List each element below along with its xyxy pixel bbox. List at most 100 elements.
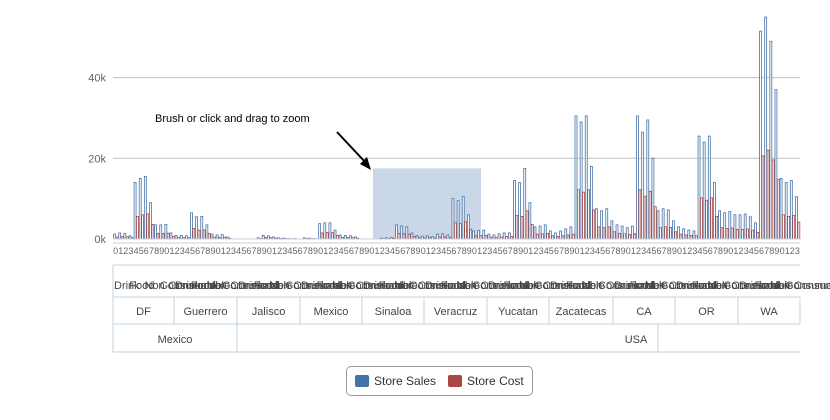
bar-store-sales[interactable] (333, 229, 337, 240)
bar-store-sales[interactable] (651, 157, 655, 240)
bar-store-sales[interactable] (210, 233, 214, 240)
bar-store-sales[interactable] (113, 233, 116, 240)
bar-store-cost[interactable] (618, 232, 621, 240)
bar-store-sales[interactable] (564, 228, 568, 240)
bar-store-sales[interactable] (646, 119, 650, 240)
bar-store-sales[interactable] (343, 234, 347, 240)
bar-store-sales[interactable] (656, 210, 660, 240)
bar-store-cost[interactable] (520, 215, 524, 240)
bar-store-sales[interactable] (215, 234, 219, 240)
bars-layer[interactable] (113, 16, 801, 240)
bar-store-cost[interactable] (592, 209, 596, 240)
bar-store-sales[interactable] (118, 232, 122, 240)
legend-item-store-sales[interactable]: Store Sales (355, 374, 436, 388)
bar-store-sales[interactable] (523, 167, 527, 240)
bar-store-cost[interactable] (679, 233, 683, 240)
bar-store-sales[interactable] (441, 233, 445, 240)
bar-store-cost[interactable] (402, 233, 406, 240)
bar-store-sales[interactable] (764, 16, 768, 240)
bar-store-cost[interactable] (643, 195, 647, 240)
bar-store-sales[interactable] (615, 224, 619, 240)
bar-store-cost[interactable] (741, 228, 744, 240)
bar-store-cost[interactable] (735, 228, 739, 240)
bar-store-sales[interactable] (672, 220, 675, 240)
bar-store-sales[interactable] (451, 198, 455, 240)
bar-store-cost[interactable] (607, 226, 611, 240)
bar-store-sales[interactable] (605, 208, 609, 240)
bar-store-cost[interactable] (141, 214, 144, 240)
bar-store-sales[interactable] (728, 211, 732, 240)
legend-item-store-cost[interactable]: Store Cost (448, 374, 524, 388)
bar-store-cost[interactable] (705, 199, 708, 240)
bar-store-cost[interactable] (612, 231, 616, 240)
bar-store-cost[interactable] (525, 210, 529, 240)
bar-store-cost[interactable] (479, 235, 483, 240)
bar-store-sales[interactable] (472, 230, 475, 240)
bar-store-sales[interactable] (584, 115, 588, 240)
bar-store-cost[interactable] (453, 222, 457, 240)
bar-store-sales[interactable] (159, 224, 163, 240)
bar-store-cost[interactable] (320, 232, 324, 240)
bar-store-sales[interactable] (487, 233, 491, 240)
bar-store-sales[interactable] (795, 196, 798, 240)
bar-store-sales[interactable] (661, 208, 665, 240)
bar-store-sales[interactable] (702, 141, 706, 240)
bar-store-cost[interactable] (587, 189, 591, 240)
bar-store-sales[interactable] (477, 230, 480, 240)
bar-store-cost[interactable] (787, 215, 790, 240)
bar-store-sales[interactable] (554, 232, 557, 240)
bar-store-sales[interactable] (492, 234, 496, 240)
bar-store-sales[interactable] (502, 232, 506, 240)
bar-store-cost[interactable] (669, 226, 673, 240)
bar-store-sales[interactable] (748, 216, 752, 240)
bar-store-cost[interactable] (623, 233, 626, 240)
bar-store-sales[interactable] (713, 182, 716, 240)
bar-store-sales[interactable] (405, 226, 409, 240)
bar-store-cost[interactable] (325, 232, 329, 240)
bar-store-sales[interactable] (169, 232, 173, 240)
bar-store-sales[interactable] (205, 224, 209, 240)
bar-store-sales[interactable] (754, 222, 757, 240)
bar-store-sales[interactable] (466, 214, 470, 240)
bar-store-sales[interactable] (513, 180, 516, 240)
bar-store-cost[interactable] (792, 215, 796, 240)
bar-store-sales[interactable] (774, 89, 778, 240)
bar-store-sales[interactable] (789, 180, 793, 240)
bar-store-sales[interactable] (723, 212, 727, 240)
bar-store-cost[interactable] (582, 191, 585, 240)
bar-store-cost[interactable] (776, 178, 780, 240)
bar-store-sales[interactable] (743, 213, 747, 240)
bar-store-cost[interactable] (197, 229, 201, 240)
chart-canvas[interactable]: 0k 20k 40k 0123456789012345678901234567890… (0, 0, 830, 420)
bar-store-sales[interactable] (436, 233, 439, 240)
bar-store-sales[interactable] (149, 202, 152, 240)
bar-store-sales[interactable] (456, 200, 460, 240)
bar-store-sales[interactable] (769, 40, 773, 240)
bar-store-sales[interactable] (179, 234, 183, 240)
bar-store-cost[interactable] (151, 224, 155, 240)
bar-store-cost[interactable] (771, 159, 775, 240)
bar-store-sales[interactable] (461, 196, 465, 240)
bar-store-cost[interactable] (136, 215, 139, 240)
bar-store-sales[interactable] (620, 225, 624, 240)
bar-store-cost[interactable] (597, 226, 601, 240)
bar-store-cost[interactable] (638, 189, 642, 240)
bar-store-sales[interactable] (482, 229, 486, 240)
bar-store-sales[interactable] (574, 115, 578, 240)
bar-store-cost[interactable] (484, 235, 488, 240)
bar-store-sales[interactable] (733, 214, 737, 240)
bar-store-sales[interactable] (738, 214, 742, 240)
bar-store-cost[interactable] (689, 235, 693, 240)
bar-store-sales[interactable] (190, 212, 193, 240)
bar-store-sales[interactable] (174, 234, 178, 240)
bar-store-sales[interactable] (195, 216, 198, 240)
bar-store-sales[interactable] (784, 182, 788, 240)
bar-store-sales[interactable] (143, 176, 147, 240)
bar-store-sales[interactable] (338, 234, 342, 240)
bar-store-sales[interactable] (687, 229, 691, 240)
bar-store-sales[interactable] (400, 225, 404, 240)
bar-store-sales[interactable] (133, 182, 137, 240)
bar-store-sales[interactable] (138, 178, 142, 240)
bar-store-sales[interactable] (323, 222, 327, 240)
bar-store-sales[interactable] (446, 234, 450, 240)
